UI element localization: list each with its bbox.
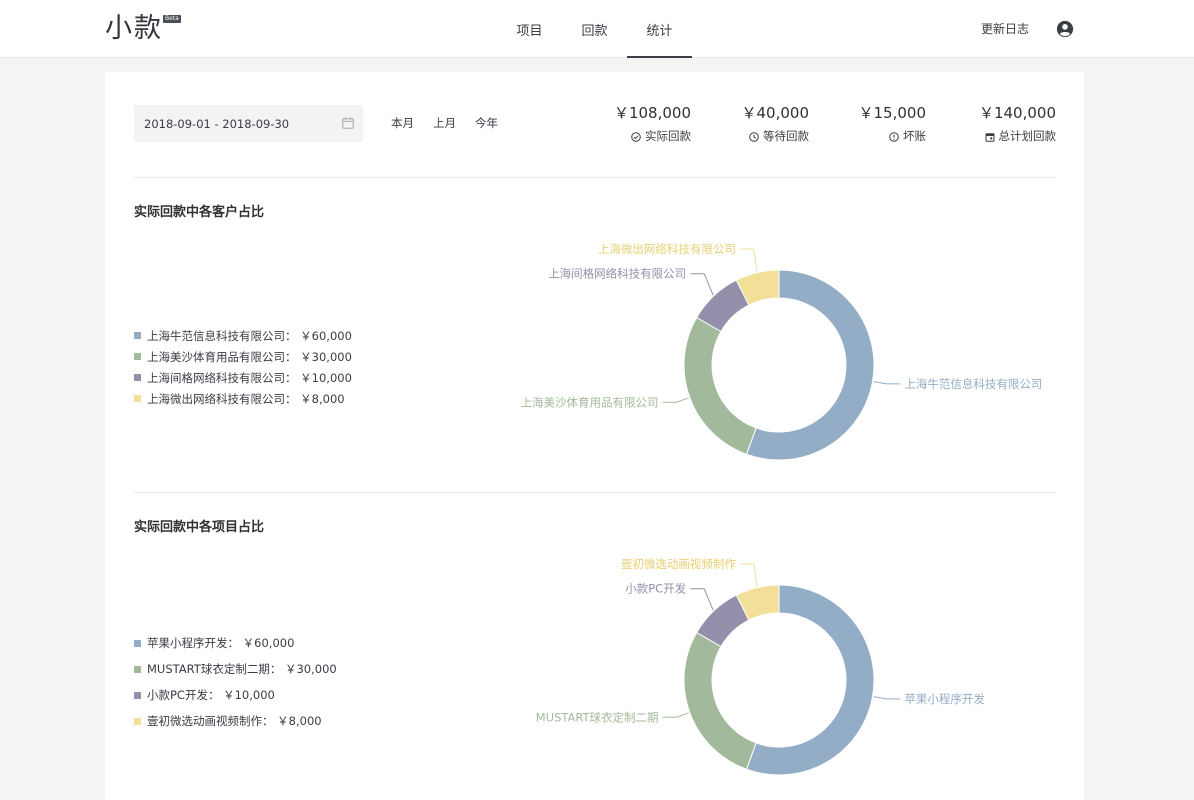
label-leader-line <box>662 712 689 718</box>
app-logo[interactable]: 小款 Beta <box>105 11 181 47</box>
nav-item-payments[interactable]: 回款 <box>562 0 627 58</box>
statistics-card: 2018-09-01 - 2018-09-30 本月 上月 今年 ￥108,00… <box>105 72 1084 800</box>
label-leader-line <box>739 563 758 587</box>
beta-badge: Beta <box>163 15 181 23</box>
label-leader-line <box>873 696 901 700</box>
slice-label: 苹果小程序开发 <box>904 692 985 706</box>
logo-text: 小款 <box>105 13 163 44</box>
slice-label: MUSTART球衣定制二期 <box>536 710 659 724</box>
label-leader-line <box>690 588 714 611</box>
main-nav: 项目 回款 统计 <box>497 0 692 58</box>
changelog-link[interactable]: 更新日志 <box>981 20 1029 38</box>
nav-item-projects[interactable]: 项目 <box>497 0 562 58</box>
user-circle-icon[interactable] <box>1056 20 1074 38</box>
slice-label: 壹初微选动画视频制作 <box>621 557 736 571</box>
donut-slice[interactable] <box>683 631 757 770</box>
nav-item-statistics[interactable]: 统计 <box>627 0 692 58</box>
top-bar: 小款 Beta 项目 回款 统计 更新日志 <box>0 0 1194 58</box>
slice-label: 小款PC开发 <box>625 582 686 596</box>
donut-chart-projects: 苹果小程序开发 MUSTART球衣定制二期 小款PC开发 壹初微选动画视频制作 <box>536 557 985 776</box>
